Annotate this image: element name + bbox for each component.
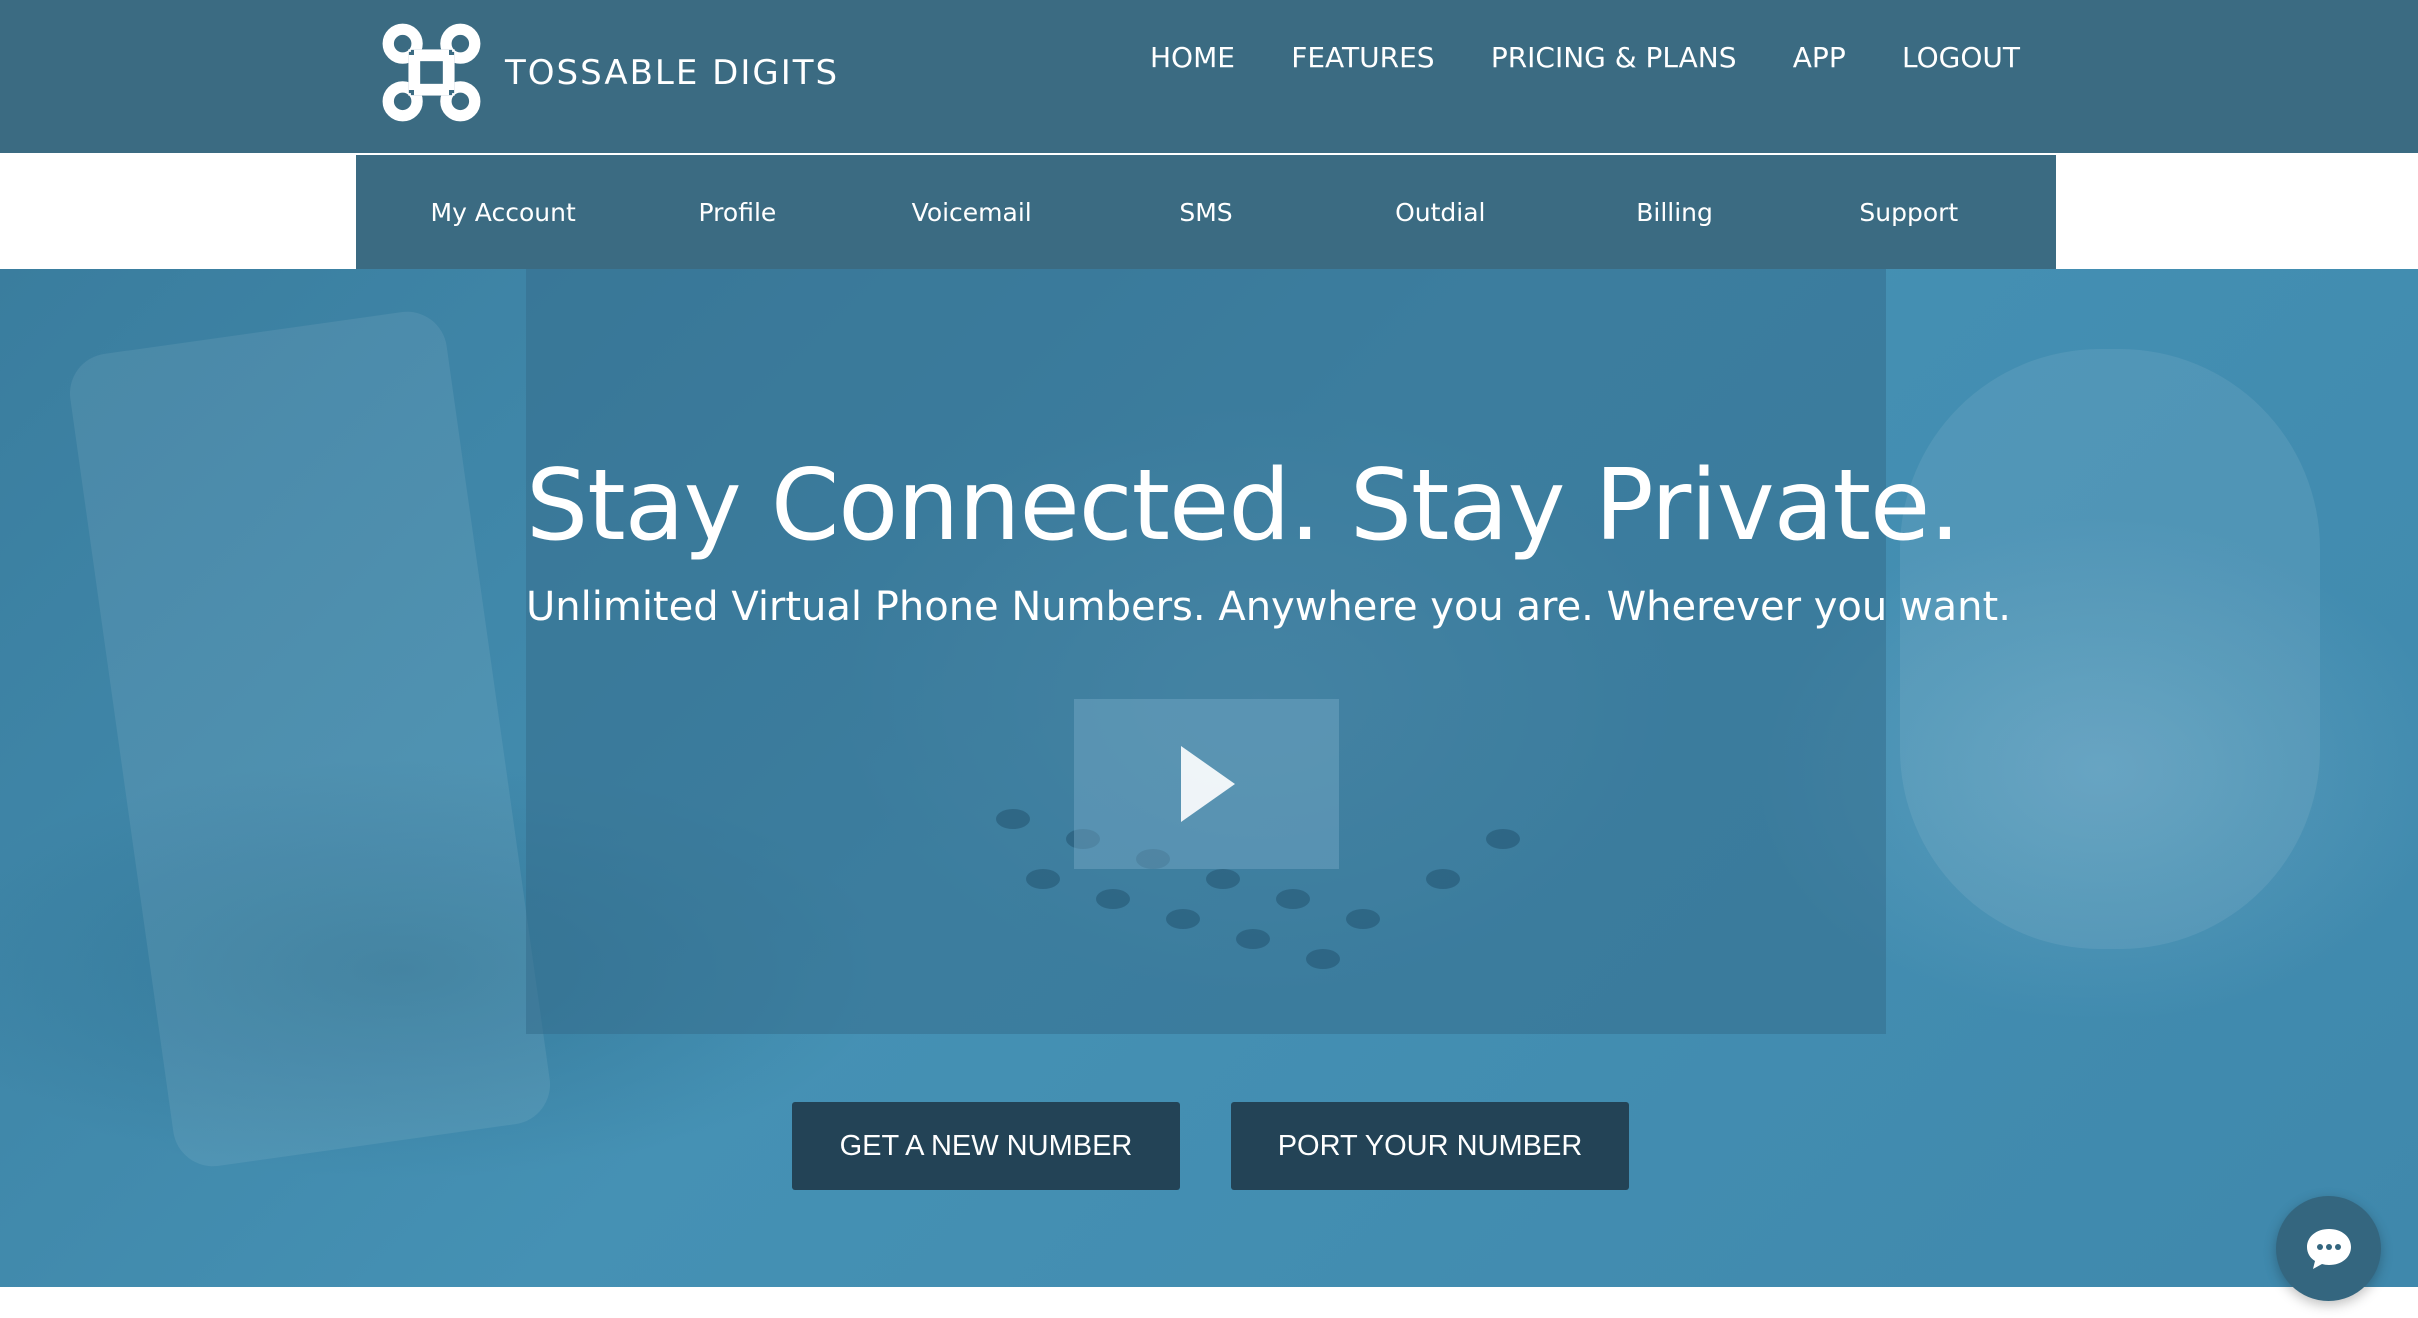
chat-widget-button[interactable]: [2276, 1196, 2381, 1301]
hero-subtitle: Unlimited Virtual Phone Numbers. Anywher…: [526, 584, 2011, 630]
keypad-key: [1236, 929, 1270, 949]
keypad-key: [1346, 909, 1380, 929]
keypad-key: [1486, 829, 1520, 849]
get-new-number-button[interactable]: GET A NEW NUMBER: [792, 1102, 1180, 1190]
subnav-sms[interactable]: SMS: [1089, 198, 1323, 227]
keypad-key: [1306, 949, 1340, 969]
site-header: TOSSABLE DIGITS HOME FEATURES PRICING & …: [0, 0, 2418, 153]
keypad-key: [1426, 869, 1460, 889]
keypad-key: [996, 809, 1030, 829]
nav-features-link[interactable]: FEATURES: [1291, 41, 1434, 74]
top-nav: HOME FEATURES PRICING & PLANS APP LOGOUT: [1150, 30, 2020, 85]
nav-logout-link[interactable]: LOGOUT: [1902, 41, 2020, 74]
subnav-voicemail[interactable]: Voicemail: [855, 198, 1089, 227]
keypad-key: [1096, 889, 1130, 909]
hero-title: Stay Connected. Stay Private.: [526, 449, 1961, 563]
keypad-key: [1206, 869, 1240, 889]
brand-logo-link[interactable]: TOSSABLE DIGITS: [380, 20, 839, 125]
subnav-outdial[interactable]: Outdial: [1323, 198, 1557, 227]
keypad-key: [1276, 889, 1310, 909]
subnav-profile[interactable]: Profile: [620, 198, 854, 227]
keypad-key: [1026, 869, 1060, 889]
keypad-key: [1166, 909, 1200, 929]
background-phone-shape: [64, 306, 556, 1172]
video-panel: [526, 269, 1886, 1034]
chat-bubble-icon: [2306, 1228, 2351, 1269]
account-sub-nav: My Account Profile Voicemail SMS Outdial…: [356, 155, 2056, 269]
subnav-support[interactable]: Support: [1792, 198, 2026, 227]
video-play-button[interactable]: [1074, 699, 1339, 869]
nav-pricing-link[interactable]: PRICING & PLANS: [1491, 41, 1737, 74]
port-your-number-button[interactable]: PORT YOUR NUMBER: [1231, 1102, 1629, 1190]
page: TOSSABLE DIGITS HOME FEATURES PRICING & …: [0, 0, 2418, 1318]
play-icon: [1180, 746, 1235, 822]
hero-section: Stay Connected. Stay Private. Unlimited …: [0, 269, 2418, 1287]
subnav-my-account[interactable]: My Account: [386, 198, 620, 227]
nav-home-link[interactable]: HOME: [1150, 41, 1235, 74]
command-key-icon: [382, 23, 481, 122]
nav-app-link[interactable]: APP: [1793, 41, 1846, 74]
brand-name: TOSSABLE DIGITS: [505, 52, 840, 93]
subnav-billing[interactable]: Billing: [1557, 198, 1791, 227]
background-mug-shape: [1900, 349, 2320, 949]
